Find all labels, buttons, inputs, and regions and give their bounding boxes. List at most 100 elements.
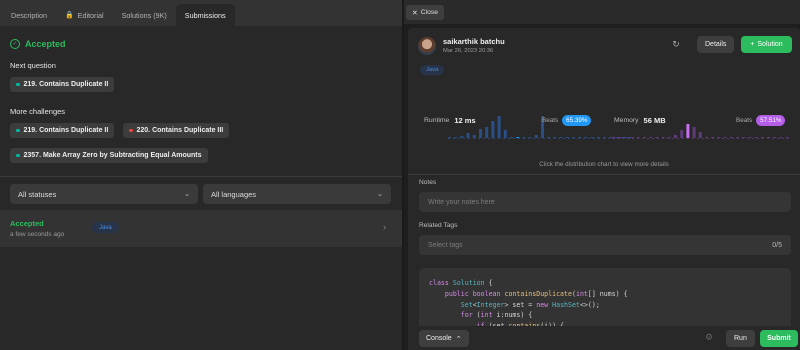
difficulty-dot [129, 128, 133, 133]
console-button[interactable]: Console ⌃ [419, 330, 469, 347]
tab-description[interactable]: Description [2, 4, 56, 26]
distribution-bar [729, 137, 733, 138]
distribution-bar [624, 137, 628, 138]
runtime-distribution-chart [448, 116, 634, 139]
challenge-chip[interactable]: 220. Contains Duplicate III [123, 123, 230, 138]
close-label: Close [420, 9, 439, 16]
distribution-bar [466, 133, 470, 138]
notes-label: Notes [419, 179, 437, 186]
distribution-bar [627, 137, 631, 138]
distribution-bar [618, 137, 622, 138]
avatar[interactable] [418, 37, 436, 55]
distribution-bar [723, 137, 727, 138]
distribution-bar [785, 137, 789, 138]
distribution-bar [680, 130, 684, 138]
tab-solutions[interactable]: Solutions (9K) [113, 4, 176, 26]
distribution-bar [454, 137, 458, 138]
distribution-bar [636, 137, 640, 138]
next-question-chip[interactable]: 219. Contains Duplicate II [10, 77, 115, 92]
chevron-right-icon: › [383, 222, 386, 232]
solution-label: Solution [757, 41, 783, 48]
chip-label: 2357. Make Array Zero by Subtracting Equ… [23, 152, 202, 159]
tab-label: Submissions [184, 10, 226, 20]
refresh-icon[interactable]: ↻ [670, 39, 682, 51]
editor-bottom-bar: Console ⌃ ⚙ Run Submit [408, 326, 800, 350]
distribution-bar [528, 137, 532, 138]
chip-label: 219. Contains Duplicate II [23, 127, 109, 134]
left-panel: Description 🔒 Editorial Solutions (9K) Su… [0, 0, 402, 350]
difficulty-dot [16, 153, 20, 158]
details-button[interactable]: Details [697, 36, 735, 53]
runtime-label: Runtime [424, 117, 450, 124]
distribution-bar [497, 116, 501, 138]
distribution-bar [773, 137, 777, 138]
distribution-bar [748, 137, 752, 138]
distribution-bar [705, 137, 708, 138]
submit-button[interactable]: Submit [760, 330, 798, 347]
chip-label: 219. Contains Duplicate II [23, 81, 109, 88]
close-button[interactable]: ✕ Close [406, 5, 445, 20]
distribution-bar [584, 137, 588, 138]
result-status-text: Accepted [25, 39, 66, 49]
distribution-bar [479, 129, 482, 138]
memory-label: Memory [614, 117, 639, 124]
challenge-chip[interactable]: 219. Contains Duplicate II [10, 123, 115, 138]
runtime-beats: Beats 65.39% [542, 115, 592, 126]
challenge-chip[interactable]: 2357. Make Array Zero by Subtracting Equ… [10, 148, 208, 163]
right-topbar: ✕ Close [404, 0, 800, 24]
run-button[interactable]: Run [726, 330, 755, 347]
submission-time: a few seconds ago [10, 231, 65, 238]
next-question-heading: Next question [10, 61, 56, 70]
runtime-metric: Runtime 12 ms [424, 116, 476, 125]
tab-label: Description [11, 10, 47, 20]
distribution-bar [609, 137, 613, 138]
distribution-bar [692, 127, 696, 138]
language-tag: Java [420, 65, 445, 75]
notes-input[interactable]: Write your notes here [419, 192, 791, 212]
distribution-bar [472, 135, 476, 138]
submission-language-badge: Java [92, 222, 119, 233]
language-filter-select[interactable]: All languages ⌄ [203, 184, 391, 204]
distribution-bar [603, 137, 606, 138]
chevron-down-icon: ⌄ [184, 191, 190, 198]
distribution-bar [643, 137, 646, 138]
distribution-bar [572, 137, 575, 138]
more-challenges-heading: More challenges [10, 107, 66, 116]
runtime-beats-pill: 65.39% [562, 115, 592, 126]
solution-button[interactable]: + Solution [741, 36, 792, 53]
distribution-bar [559, 137, 563, 138]
distribution-bar [516, 137, 520, 138]
debug-icon[interactable]: ⚙ [705, 332, 713, 343]
distribution-bar [553, 137, 557, 138]
distribution-bar [612, 137, 615, 138]
submission-date: Mar 26, 2023 20:36 [443, 48, 494, 54]
distribution-bar [615, 137, 619, 138]
tab-submissions[interactable]: Submissions [175, 4, 235, 26]
tab-label: Editorial [77, 10, 104, 20]
memory-metric: Memory 56 MB [614, 116, 666, 125]
distribution-bar [779, 137, 783, 138]
memory-value: 56 MB [643, 116, 666, 125]
user-name[interactable]: saikarthik batchu [443, 37, 505, 46]
distribution-bar [596, 137, 600, 138]
distribution-bar [460, 136, 464, 138]
tab-editorial[interactable]: 🔒 Editorial [56, 4, 113, 26]
distribution-bar [578, 137, 582, 138]
runtime-value: 12 ms [454, 116, 476, 125]
submission-row[interactable]: Accepted a few seconds ago Java › [0, 210, 402, 247]
status-filter-select[interactable]: All statuses ⌄ [10, 184, 198, 204]
submission-detail-card: saikarthik batchu Mar 26, 2023 20:36 ↻ D… [408, 28, 800, 350]
select-value: All languages [211, 189, 257, 199]
distribution-bar [565, 137, 569, 138]
difficulty-dot [16, 128, 20, 133]
chevron-down-icon: ⌄ [377, 191, 383, 198]
submission-status: Accepted [10, 219, 44, 228]
distribution-bar [736, 137, 739, 138]
related-tags-select[interactable]: Select tags 0/5 [419, 235, 791, 255]
distribution-bar [448, 137, 451, 138]
distribution-bar [760, 137, 764, 138]
distribution-bar [698, 132, 702, 138]
chip-label: 220. Contains Duplicate III [136, 127, 224, 134]
lock-icon: 🔒 [64, 12, 74, 19]
distribution-bar [547, 137, 551, 138]
